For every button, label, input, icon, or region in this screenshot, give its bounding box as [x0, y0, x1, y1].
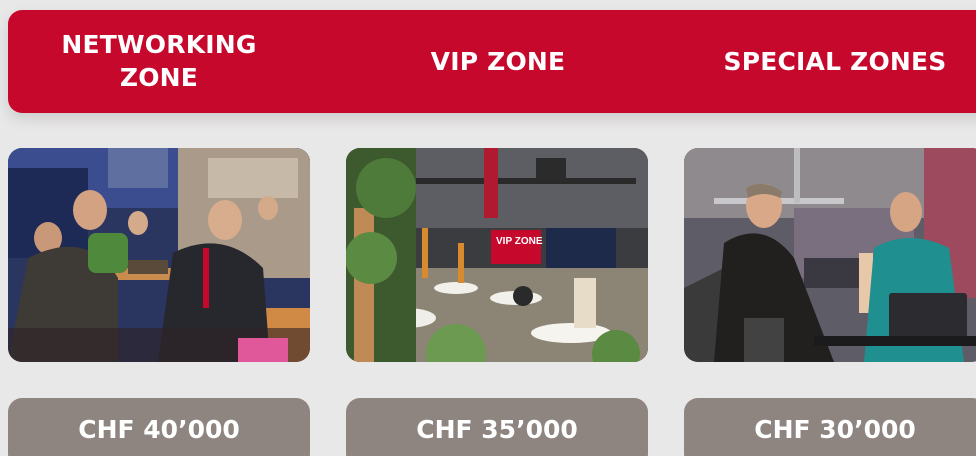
tab-special-zones[interactable]: SPECIAL ZONES — [690, 45, 976, 78]
vip-zone-price: CHF 35’000 — [346, 398, 648, 456]
special-zones-photo — [684, 148, 976, 362]
vip-zone-photo: VIP ZONE — [346, 148, 648, 362]
tab-networking-zone-line2: ZONE — [119, 63, 199, 92]
networking-zone-photo — [8, 148, 310, 362]
tab-networking-zone-line1: NETWORKING — [61, 30, 257, 59]
special-zones-price: CHF 30’000 — [684, 398, 976, 456]
tab-vip-zone[interactable]: VIP ZONE — [398, 45, 598, 78]
networking-zone-price: CHF 40’000 — [8, 398, 310, 456]
vip-zone-sign: VIP ZONE — [496, 236, 543, 247]
tab-networking-zone[interactable]: NETWORKING ZONE — [30, 28, 288, 94]
